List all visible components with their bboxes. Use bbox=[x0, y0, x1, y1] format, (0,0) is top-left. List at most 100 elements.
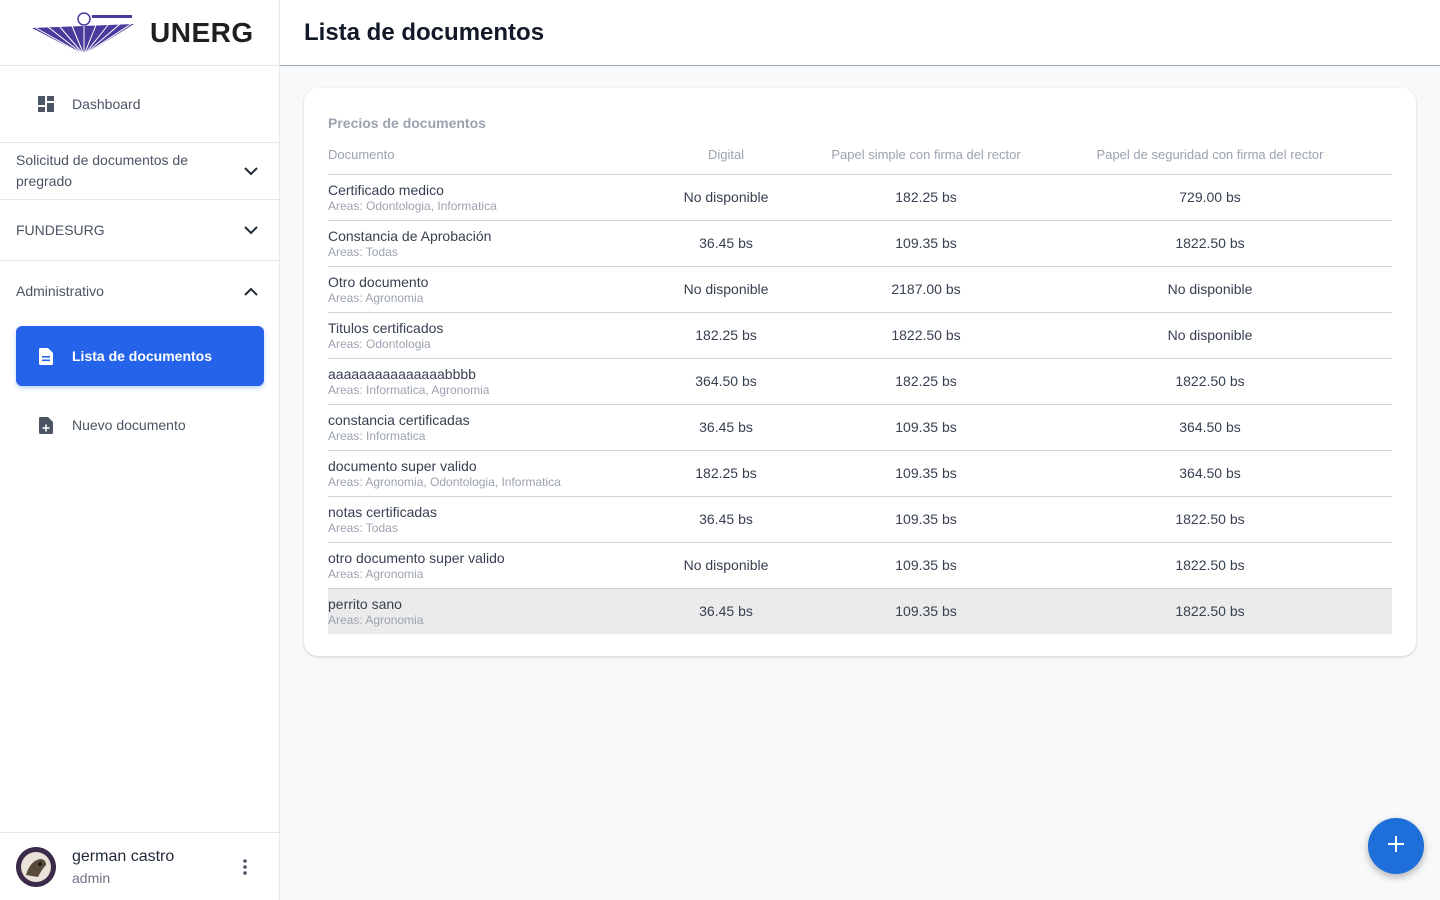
table-row[interactable]: otro documento super valido Areas: Agrono… bbox=[328, 542, 1392, 589]
document-name: notas certificadas bbox=[328, 503, 437, 520]
dashboard-icon bbox=[36, 94, 56, 114]
user-profile: german castro admin bbox=[0, 832, 279, 900]
security-price: No disponible bbox=[1028, 266, 1392, 313]
user-name: german castro bbox=[72, 847, 175, 865]
table-row[interactable]: Titulos certificados Areas: Odontologia 1… bbox=[328, 312, 1392, 359]
document-cell: Titulos certificados Areas: Odontologia bbox=[328, 312, 628, 359]
add-document-icon bbox=[38, 416, 54, 434]
simple-price: 2187.00 bs bbox=[824, 266, 1028, 313]
unerg-logo-icon bbox=[32, 11, 134, 55]
table-row[interactable]: Otro documento Areas: Agronomia No dispon… bbox=[328, 266, 1392, 313]
document-name: otro documento super valido bbox=[328, 549, 505, 566]
column-header-papel-seguridad: Papel de seguridad con firma del rector bbox=[1028, 136, 1392, 175]
document-cell: aaaaaaaaaaaaaaabbbb Areas: Informatica, A… bbox=[328, 358, 628, 405]
document-areas: Areas: Agronomia bbox=[328, 612, 424, 627]
document-areas: Areas: Agronomia, Odontologia, Informati… bbox=[328, 474, 561, 489]
table-row[interactable]: Constancia de Aprobación Areas: Todas 36.… bbox=[328, 220, 1392, 267]
document-name: Otro documento bbox=[328, 273, 429, 290]
document-areas: Areas: Odontologia bbox=[328, 336, 431, 351]
document-name: Titulos certificados bbox=[328, 319, 444, 336]
digital-price: 364.50 bs bbox=[628, 358, 824, 405]
document-name: aaaaaaaaaaaaaaabbbb bbox=[328, 365, 476, 382]
column-header-documento: Documento bbox=[328, 136, 628, 175]
section-fundesurg[interactable]: FUNDESURG bbox=[0, 200, 279, 261]
security-price: 1822.50 bs bbox=[1028, 496, 1392, 543]
digital-price: 36.45 bs bbox=[628, 220, 824, 267]
document-name: perrito sano bbox=[328, 595, 402, 612]
document-areas: Areas: Todas bbox=[328, 520, 398, 535]
document-cell: Constancia de Aprobación Areas: Todas bbox=[328, 220, 628, 267]
document-areas: Areas: Todas bbox=[328, 244, 398, 259]
sub-item-nuevo-label: Nuevo documento bbox=[72, 417, 186, 433]
document-name: Certificado medico bbox=[328, 181, 444, 198]
digital-price: 36.45 bs bbox=[628, 588, 824, 634]
security-price: 1822.50 bs bbox=[1028, 588, 1392, 634]
digital-price: 36.45 bs bbox=[628, 404, 824, 451]
document-cell: Otro documento Areas: Agronomia bbox=[328, 266, 628, 313]
section-administrativo-label: Administrativo bbox=[16, 283, 104, 299]
security-price: 364.50 bs bbox=[1028, 450, 1392, 497]
document-areas: Areas: Informatica, Agronomia bbox=[328, 382, 490, 397]
digital-price: No disponible bbox=[628, 174, 824, 221]
brand-name: UNERG bbox=[150, 16, 254, 48]
sub-item-lista-documentos[interactable]: Lista de documentos bbox=[16, 326, 264, 386]
user-role: admin bbox=[72, 869, 111, 886]
table-row[interactable]: constancia certificadas Areas: Informatic… bbox=[328, 404, 1392, 451]
chevron-down-icon bbox=[241, 220, 261, 240]
section-solicitud[interactable]: Solicitud de documentos de pregrado bbox=[0, 142, 279, 200]
simple-price: 109.35 bs bbox=[824, 588, 1028, 634]
topbar: Lista de documentos bbox=[280, 0, 1440, 66]
digital-price: No disponible bbox=[628, 266, 824, 313]
security-price: 729.00 bs bbox=[1028, 174, 1392, 221]
security-price: 1822.50 bs bbox=[1028, 220, 1392, 267]
digital-price: 36.45 bs bbox=[628, 496, 824, 543]
table-header-row: Documento Digital Papel simple con firma… bbox=[328, 136, 1392, 175]
sub-item-lista-label: Lista de documentos bbox=[72, 348, 213, 364]
document-areas: Areas: Odontologia, Informatica bbox=[328, 198, 497, 213]
add-fab-button[interactable] bbox=[1368, 818, 1424, 874]
document-areas: Areas: Agronomia bbox=[328, 566, 424, 581]
section-solicitud-label: Solicitud de documentos de pregrado bbox=[16, 152, 188, 189]
security-price: No disponible bbox=[1028, 312, 1392, 359]
prices-table: Documento Digital Papel simple con firma… bbox=[328, 136, 1392, 634]
digital-price: 182.25 bs bbox=[628, 312, 824, 359]
card-title: Precios de documentos bbox=[328, 115, 486, 131]
chevron-up-icon bbox=[241, 282, 261, 302]
document-cell: Certificado medico Areas: Odontologia, In… bbox=[328, 174, 628, 221]
document-icon bbox=[38, 347, 54, 365]
prices-card: Precios de documentos Documento Digital … bbox=[304, 88, 1416, 656]
document-cell: documento super valido Areas: Agronomia, … bbox=[328, 450, 628, 497]
table-row[interactable]: documento super valido Areas: Agronomia, … bbox=[328, 450, 1392, 497]
table-row[interactable]: notas certificadas Areas: Todas 36.45 bs … bbox=[328, 496, 1392, 543]
security-price: 1822.50 bs bbox=[1028, 542, 1392, 589]
nav-dashboard[interactable]: Dashboard bbox=[0, 66, 279, 142]
simple-price: 109.35 bs bbox=[824, 542, 1028, 589]
simple-price: 1822.50 bs bbox=[824, 312, 1028, 359]
simple-price: 109.35 bs bbox=[824, 496, 1028, 543]
section-administrativo[interactable]: Administrativo bbox=[0, 261, 279, 322]
more-vertical-icon[interactable] bbox=[235, 857, 255, 877]
avatar[interactable] bbox=[16, 846, 56, 887]
plus-icon bbox=[1388, 835, 1404, 857]
user-info: german castro admin bbox=[72, 848, 174, 886]
section-fundesurg-label: FUNDESURG bbox=[16, 221, 105, 238]
column-header-papel-simple: Papel simple con firma del rector bbox=[824, 136, 1028, 175]
sidebar: UNERG Dashboard Solicitud de documentos … bbox=[0, 0, 280, 900]
simple-price: 109.35 bs bbox=[824, 450, 1028, 497]
simple-price: 109.35 bs bbox=[824, 404, 1028, 451]
document-cell: perrito sano Areas: Agronomia bbox=[328, 588, 628, 634]
security-price: 364.50 bs bbox=[1028, 404, 1392, 451]
document-name: documento super valido bbox=[328, 457, 477, 474]
document-name: constancia certificadas bbox=[328, 411, 470, 428]
table-row[interactable]: Certificado medico Areas: Odontologia, In… bbox=[328, 174, 1392, 221]
digital-price: No disponible bbox=[628, 542, 824, 589]
simple-price: 182.25 bs bbox=[824, 358, 1028, 405]
table-row[interactable]: aaaaaaaaaaaaaaabbbb Areas: Informatica, A… bbox=[328, 358, 1392, 405]
table-row-highlighted[interactable]: perrito sano Areas: Agronomia 36.45 bs 10… bbox=[328, 588, 1392, 634]
document-areas: Areas: Agronomia bbox=[328, 290, 424, 305]
brand: UNERG bbox=[0, 0, 279, 66]
sub-item-nuevo-documento[interactable]: Nuevo documento bbox=[16, 395, 264, 455]
document-cell: notas certificadas Areas: Todas bbox=[328, 496, 628, 543]
simple-price: 182.25 bs bbox=[824, 174, 1028, 221]
page-title: Lista de documentos bbox=[304, 18, 545, 46]
